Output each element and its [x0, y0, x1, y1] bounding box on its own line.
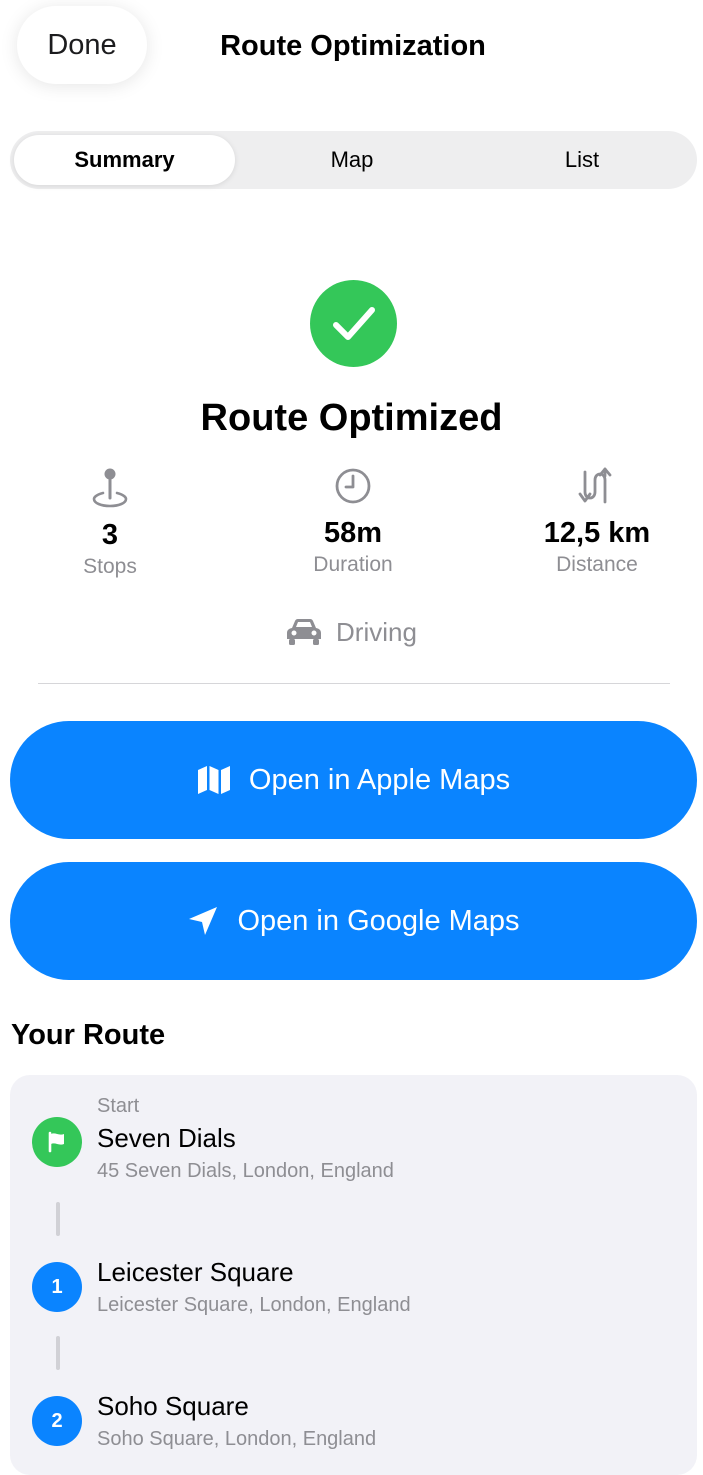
stat-duration: 58m Duration [253, 464, 453, 579]
stop-address: Soho Square, London, England [97, 1428, 377, 1450]
route-card: Start Seven Dials 45 Seven Dials, London… [10, 1075, 697, 1475]
stop-name: Seven Dials [97, 1123, 236, 1153]
car-icon [286, 618, 322, 646]
tab-list-label: List [564, 147, 600, 172]
tab-map[interactable]: Map [239, 135, 465, 185]
route-connector [56, 1336, 60, 1370]
tab-summary-label: Summary [74, 147, 175, 172]
map-icon [197, 765, 231, 795]
tab-map-label: Map [330, 147, 374, 172]
route-optimized-title: Route Optimized [200, 397, 503, 439]
stat-stops: 3 Stops [10, 466, 210, 581]
stop-address: Leicester Square, London, England [97, 1294, 411, 1316]
stop-kicker: Start [97, 1095, 140, 1117]
stop-number-badge: 1 [32, 1262, 82, 1312]
duration-value: 58m [323, 517, 383, 549]
mappin-icon [10, 466, 210, 510]
stop-name: Soho Square [97, 1391, 249, 1421]
page-title: Route Optimization [220, 30, 486, 62]
stops-label: Stops [83, 555, 137, 578]
stop-number: 1 [51, 1275, 63, 1298]
open-apple-maps-button[interactable]: Open in Apple Maps [10, 721, 697, 839]
stop-number: 2 [51, 1409, 63, 1432]
stop-number-badge: 2 [32, 1396, 82, 1446]
done-button[interactable]: Done [17, 6, 147, 84]
view-segmented-control: Summary Map List [10, 131, 697, 189]
open-google-maps-label: Open in Google Maps [237, 904, 520, 937]
tab-summary[interactable]: Summary [14, 135, 235, 185]
stop-name: Leicester Square [97, 1257, 294, 1287]
stop-address: 45 Seven Dials, London, England [97, 1160, 394, 1182]
duration-label: Duration [313, 553, 393, 576]
open-google-maps-button[interactable]: Open in Google Maps [10, 862, 697, 980]
travel-mode-label: Driving [336, 616, 417, 647]
route-arrows-icon [497, 464, 697, 508]
your-route-heading: Your Route [11, 1019, 166, 1051]
stat-distance: 12,5 km Distance [497, 464, 697, 579]
distance-label: Distance [556, 553, 638, 576]
done-label: Done [47, 28, 117, 61]
checkmark-circle-icon [310, 280, 397, 367]
tab-list[interactable]: List [469, 135, 695, 185]
flag-icon [32, 1117, 82, 1167]
clock-icon [253, 464, 453, 508]
open-apple-maps-label: Open in Apple Maps [248, 763, 511, 796]
divider [38, 683, 670, 684]
distance-value: 12,5 km [543, 517, 651, 549]
travel-mode: Driving [0, 610, 703, 654]
stops-value: 3 [101, 519, 119, 551]
route-connector [56, 1202, 60, 1236]
location-arrow-icon [187, 905, 219, 937]
